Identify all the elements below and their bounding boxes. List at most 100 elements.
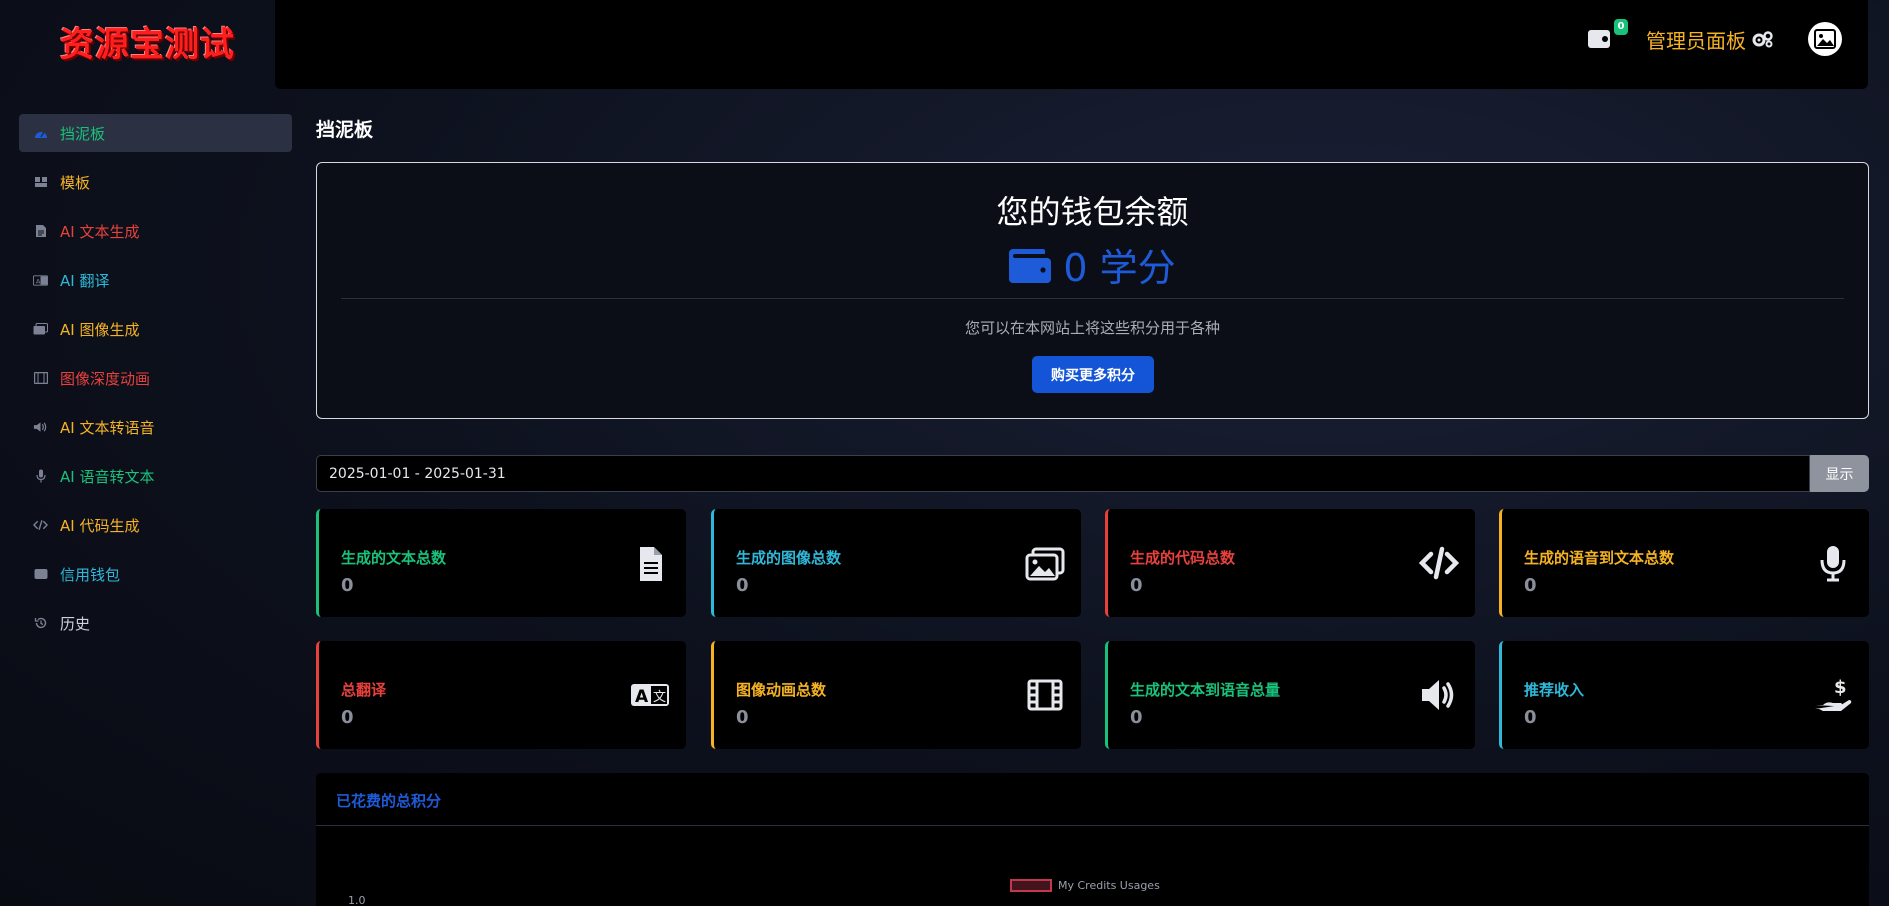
stat-value: 0 — [1130, 707, 1143, 728]
sidebar-item-3[interactable]: A AI 翻译 — [19, 261, 292, 299]
stat-label: 图像动画总数 — [736, 681, 827, 699]
film-icon — [33, 371, 48, 385]
sidebar: 挡泥板模板 AI 文本生成 A AI 翻译 AI 图像生成 图像深度动画 AI 文本转语音 A… — [19, 114, 292, 653]
stat-label: 生成的语音到文本总数 — [1524, 549, 1675, 567]
stat-value: 0 — [341, 575, 354, 596]
wallet-title: 您的钱包余额 — [996, 193, 1189, 231]
history-icon — [33, 616, 48, 630]
stat-label: 生成的代码总数 — [1130, 549, 1236, 567]
dashboard-icon — [33, 126, 48, 140]
microphone-icon — [33, 469, 48, 483]
top-navbar — [275, 0, 1868, 89]
sidebar-item-label: 图像深度动画 — [60, 369, 151, 388]
code-icon — [1418, 543, 1460, 583]
sidebar-item-5[interactable]: 图像深度动画 — [19, 359, 292, 397]
sidebar-item-6[interactable]: AI 文本转语音 — [19, 408, 292, 446]
speaker-icon — [1419, 675, 1459, 715]
sidebar-item-7[interactable]: AI 语音转文本 — [19, 457, 292, 495]
page-title: 挡泥板 — [316, 119, 374, 141]
sidebar-item-label: 挡泥板 — [60, 124, 106, 143]
svg-text:A: A — [635, 687, 649, 707]
stat-value: 0 — [341, 707, 354, 728]
sidebar-item-label: 信用钱包 — [60, 565, 121, 584]
legend-swatch — [1010, 879, 1052, 892]
buy-credits-button[interactable]: 购买更多积分 — [1032, 356, 1154, 393]
sidebar-item-label: 历史 — [60, 614, 91, 633]
date-range-input[interactable] — [316, 455, 1810, 492]
stat-value: 0 — [736, 575, 749, 596]
gears-icon — [1752, 31, 1773, 48]
speaker-icon — [33, 420, 48, 434]
chart-legend[interactable]: My Credits Usages — [1010, 879, 1160, 892]
wallet-icon — [1009, 248, 1052, 283]
stat-value: 0 — [1130, 575, 1143, 596]
document-icon — [630, 543, 670, 583]
svg-text:文: 文 — [653, 690, 666, 705]
document-icon — [33, 224, 48, 238]
stat-card: 生成的代码总数 0 — [1105, 509, 1475, 617]
stat-label: 生成的图像总数 — [736, 549, 842, 567]
y-axis-tick: 1.0 — [348, 894, 366, 906]
wallet-amount-value: 0 学分 — [1063, 246, 1176, 290]
date-range-filter: 显示 — [316, 455, 1869, 492]
code-icon — [33, 518, 48, 532]
legend-label: My Credits Usages — [1058, 879, 1160, 892]
images-icon — [1025, 543, 1065, 583]
stat-value: 0 — [736, 707, 749, 728]
wallet-balance-card: 您的钱包余额 0 学分 您可以在本网站上将这些积分用于各种 购买更多积分 — [316, 162, 1869, 419]
templates-icon — [33, 175, 48, 189]
images-icon — [33, 322, 48, 336]
sidebar-item-10[interactable]: 历史 — [19, 604, 292, 642]
svg-text:A: A — [36, 277, 41, 285]
sidebar-item-4[interactable]: AI 图像生成 — [19, 310, 292, 348]
user-avatar[interactable] — [1808, 22, 1842, 56]
sidebar-item-8[interactable]: AI 代码生成 — [19, 506, 292, 544]
admin-panel-link[interactable]: 管理员面板 — [1646, 24, 1774, 54]
image-placeholder-icon — [1814, 29, 1836, 49]
admin-panel-label: 管理员面板 — [1646, 28, 1746, 53]
wallet-button[interactable] — [1588, 28, 1612, 50]
stat-value: 0 — [1524, 575, 1537, 596]
sidebar-item-9[interactable]: 信用钱包 — [19, 555, 292, 593]
stat-label: 总翻译 — [341, 681, 387, 699]
hand-dollar-icon: $ — [1813, 675, 1853, 715]
show-button[interactable]: 显示 — [1810, 455, 1869, 492]
divider — [316, 825, 1869, 826]
wallet-icon — [33, 567, 48, 581]
wallet-icon — [1588, 30, 1610, 48]
divider — [341, 298, 1844, 299]
sidebar-item-label: 模板 — [60, 173, 91, 192]
film-icon — [1025, 675, 1065, 715]
sidebar-item-label: AI 文本转语音 — [60, 418, 155, 437]
wallet-amount: 0 学分 — [317, 237, 1868, 292]
sidebar-item-label: AI 图像生成 — [60, 320, 140, 339]
sidebar-item-0[interactable]: 挡泥板 — [19, 114, 292, 152]
translate-icon: A文 — [630, 675, 670, 715]
wallet-badge: 0 — [1614, 19, 1628, 35]
brand-title: 资源宝测试 — [60, 24, 235, 65]
translate-icon: A — [33, 273, 48, 287]
sidebar-item-1[interactable]: 模板 — [19, 163, 292, 201]
stat-card: 总翻译 0 A 文 — [316, 641, 686, 749]
sidebar-item-label: AI 代码生成 — [60, 516, 140, 535]
stat-card: 生成的语音到文本总数 0 — [1499, 509, 1869, 617]
stat-card: 生成的图像总数 0 — [711, 509, 1081, 617]
wallet-description: 您可以在本网站上将这些积分用于各种 — [964, 319, 1220, 337]
brand-logo[interactable]: 资源宝测试 — [0, 0, 275, 82]
sidebar-item-label: AI 文本生成 — [60, 222, 140, 241]
stat-label: 生成的文本总数 — [341, 549, 447, 567]
stat-value: 0 — [1524, 707, 1537, 728]
credits-usage-chart: 已花费的总积分 My Credits Usages 1.0 — [316, 773, 1869, 906]
stat-card: 推荐收入 0 $ — [1499, 641, 1869, 749]
microphone-icon — [1813, 543, 1853, 583]
stat-card: 生成的文本到语音总量 0 — [1105, 641, 1475, 749]
stat-card: 生成的文本总数 0 — [316, 509, 686, 617]
stat-label: 生成的文本到语音总量 — [1130, 681, 1281, 699]
svg-text:$: $ — [1834, 677, 1847, 698]
stat-label: 推荐收入 — [1524, 681, 1585, 699]
sidebar-item-label: AI 翻译 — [60, 271, 110, 290]
chart-title: 已花费的总积分 — [336, 792, 442, 810]
sidebar-item-label: AI 语音转文本 — [60, 467, 155, 486]
sidebar-item-2[interactable]: AI 文本生成 — [19, 212, 292, 250]
stat-card: 图像动画总数 0 — [711, 641, 1081, 749]
